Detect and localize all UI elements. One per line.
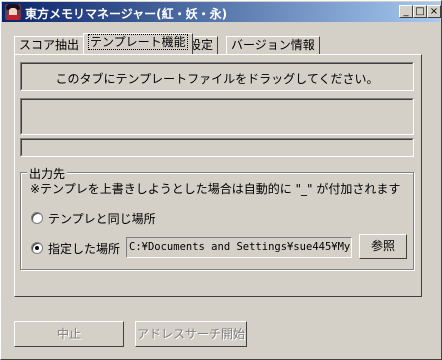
stop-button[interactable]: 中止 [14, 321, 124, 347]
tab-label: テンプレート機能 [88, 34, 188, 50]
tab-template[interactable]: テンプレート機能 [83, 33, 193, 54]
start-address-search-button[interactable]: アドレスサーチ開始 [135, 321, 247, 347]
radio-custom-location-label[interactable]: 指定した場所 [48, 240, 120, 257]
title-bar[interactable]: 東方メモリマネージャー(紅・妖・永) _ □ × [2, 2, 441, 22]
radio-custom-location[interactable] [31, 242, 43, 254]
close-button[interactable]: × [427, 5, 441, 18]
tab-score-extract[interactable]: スコア抽出 [14, 36, 85, 54]
minimize-button[interactable]: _ [399, 5, 413, 18]
maximize-button[interactable]: □ [413, 5, 427, 18]
status-box [20, 138, 414, 157]
output-path-field[interactable]: C:¥Documents and Settings¥sue445¥My Do [126, 237, 352, 258]
radio-same-location[interactable] [31, 212, 43, 224]
tab-version-info[interactable]: バージョン情報 [226, 36, 320, 54]
main-window: 東方メモリマネージャー(紅・妖・永) _ □ × スコア抽出 テンプレート機能 … [0, 0, 442, 360]
output-group: 出力先 ※テンプレを上書きしようとした場合は自動的に "_" が付加されます テ… [20, 165, 414, 270]
template-info-box [20, 98, 414, 135]
radio-same-location-label[interactable]: テンプレと同じ場所 [48, 210, 156, 227]
window-title: 東方メモリマネージャー(紅・妖・永) [25, 7, 228, 21]
overwrite-note: ※テンプレを上書きしようとした場合は自動的に "_" が付加されます [30, 182, 401, 196]
browse-button[interactable]: 参照 [359, 234, 407, 259]
app-icon[interactable] [5, 4, 21, 20]
drop-instruction-box: このタブにテンプレートファイルをドラッグしてください。 [20, 62, 414, 91]
tab-label: スコア抽出 [19, 38, 80, 52]
drop-instruction-text: このタブにテンプレートファイルをドラッグしてください。 [55, 72, 379, 86]
tab-label: バージョン情報 [231, 38, 315, 52]
